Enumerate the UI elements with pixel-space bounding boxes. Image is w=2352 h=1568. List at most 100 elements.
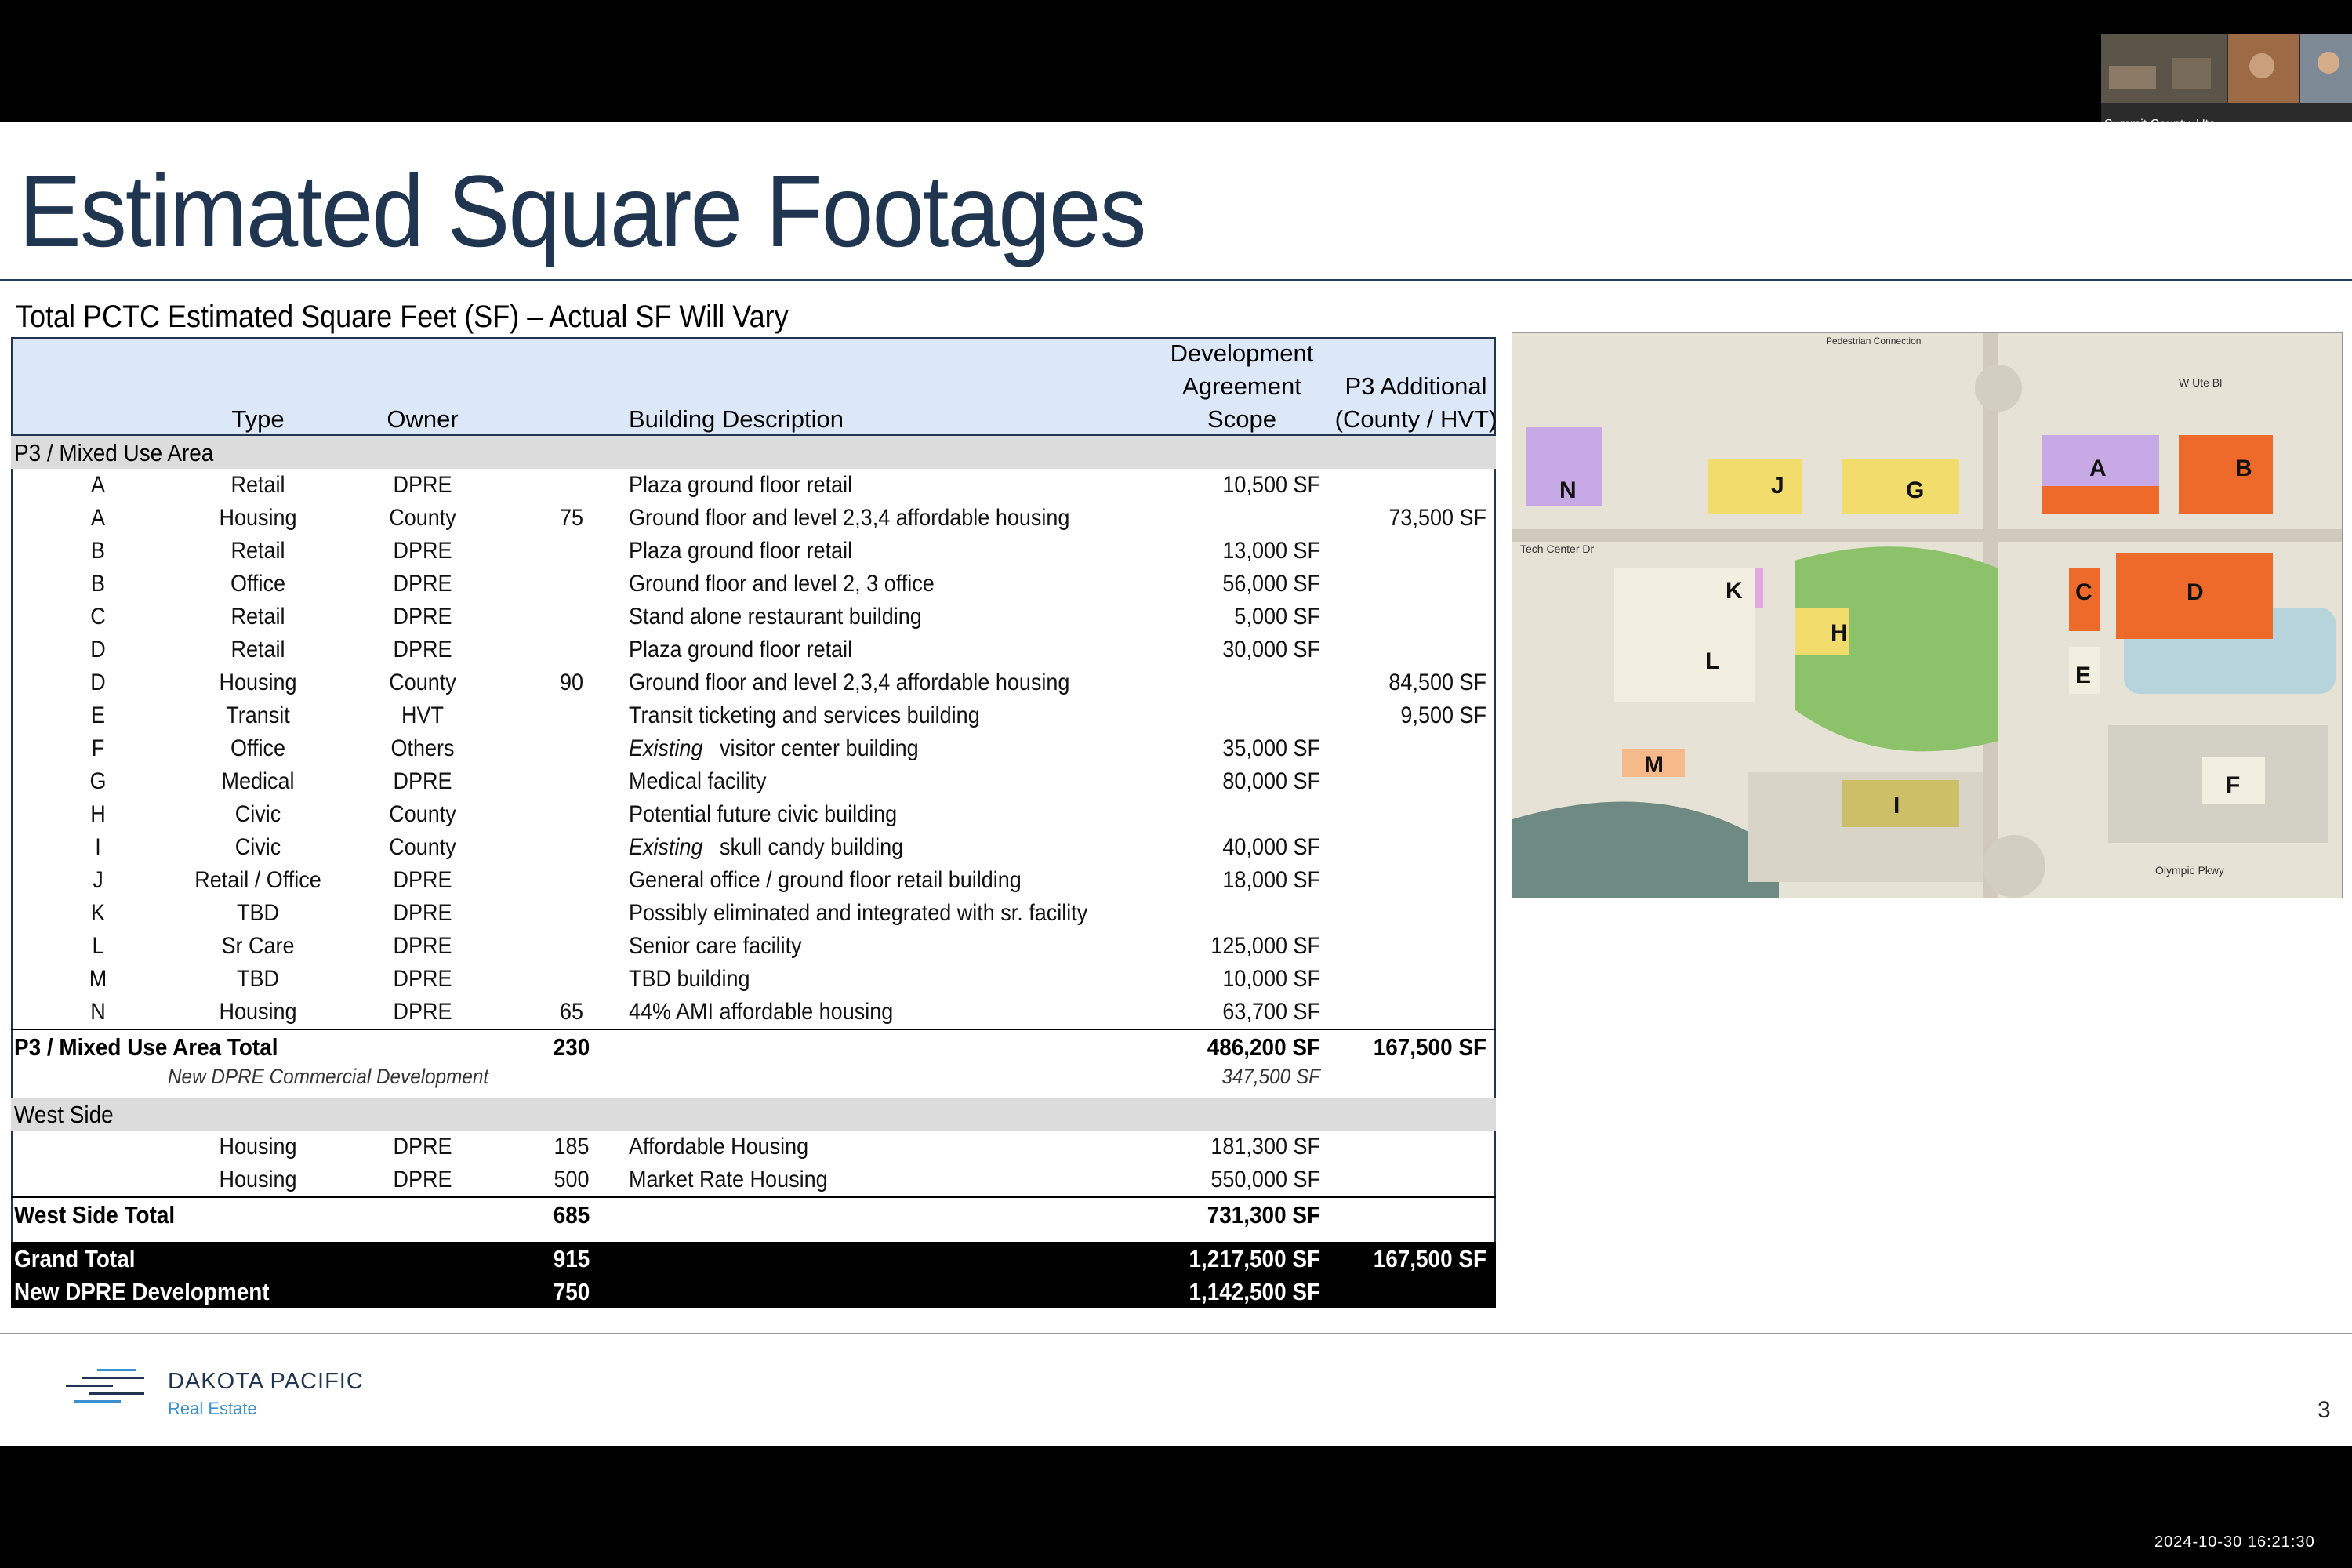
- building-id: F: [91, 735, 105, 761]
- building-type: TBD: [237, 966, 279, 992]
- unit-count: 500: [554, 1167, 590, 1192]
- building-type: Housing: [219, 1134, 297, 1160]
- total-units: 230: [553, 1033, 590, 1061]
- unit-count: 75: [559, 505, 584, 531]
- building-type: Medical: [221, 768, 295, 794]
- table-caption: Total PCTC Estimated Square Feet (SF) – …: [16, 299, 789, 334]
- building-description: skull candy building: [720, 834, 904, 860]
- development-scope-sf: 30,000 SF: [1222, 637, 1320, 662]
- building-description: TBD building: [629, 966, 750, 992]
- map-building-g: [1842, 459, 1959, 514]
- map-building-b: [2179, 435, 2273, 514]
- table-row: Housing DPRE 185 Affordable Housing 181,300 …: [11, 1131, 1496, 1163]
- building-owner: DPRE: [393, 604, 452, 630]
- map-label-k: K: [1726, 578, 1743, 604]
- presentation-slide: Estimated Square Footages Total PCTC Est…: [0, 122, 2352, 1446]
- building-type: Sr Care: [221, 933, 295, 959]
- building-description: Ground floor and level 2, 3 office: [629, 571, 935, 597]
- building-id: D: [90, 637, 106, 662]
- development-scope-sf: 63,700 SF: [1222, 999, 1320, 1025]
- building-owner: County: [389, 834, 456, 860]
- building-id: A: [90, 505, 105, 531]
- grand-total-units: 915: [553, 1245, 590, 1272]
- header-owner: Owner: [387, 405, 459, 433]
- new-dpre-dev-sf: 1,142,500 SF: [1189, 1278, 1320, 1305]
- building-type: Office: [230, 571, 286, 597]
- map-building-i: [1842, 780, 1959, 827]
- footer-divider: [0, 1333, 2352, 1334]
- building-description: Market Rate Housing: [629, 1167, 828, 1192]
- building-description: Transit ticketing and services building: [629, 702, 980, 728]
- description-prefix: Existing: [629, 735, 703, 761]
- square-footage-table: Type Owner Building Description Developm…: [11, 337, 1497, 1322]
- total-label: West Side Total: [14, 1201, 176, 1229]
- building-owner: DPRE: [393, 900, 452, 926]
- table-row: B Retail DPRE Plaza ground floor retail 13,0…: [11, 535, 1496, 568]
- map-label-m: M: [1644, 752, 1664, 778]
- development-scope-sf: 40,000 SF: [1222, 834, 1320, 860]
- table-row: A Retail DPRE Plaza ground floor retail 10,5…: [11, 469, 1496, 502]
- map-label-g: G: [1906, 477, 1924, 503]
- building-type: Retail: [230, 637, 285, 662]
- building-id: A: [90, 472, 105, 498]
- building-type: Housing: [219, 999, 297, 1025]
- building-owner: County: [389, 505, 456, 531]
- building-description: General office / ground floor retail bui…: [629, 867, 1022, 893]
- building-owner: DPRE: [393, 472, 452, 498]
- description-prefix: Existing: [629, 834, 703, 860]
- building-id: M: [89, 966, 107, 992]
- building-id: L: [92, 933, 104, 959]
- building-type: Transit: [226, 702, 290, 728]
- building-id: G: [89, 768, 107, 794]
- grand-total-dev-sf: 1,217,500 SF: [1189, 1245, 1320, 1272]
- table-row: E Transit HVT Transit ticketing and service…: [11, 699, 1496, 732]
- building-owner: DPRE: [393, 999, 452, 1025]
- building-type: Retail: [230, 604, 285, 630]
- company-logo: DAKOTA PACIFIC Real Estate: [66, 1369, 363, 1418]
- building-type: Civic: [234, 834, 281, 860]
- map-label-h: H: [1831, 620, 1848, 646]
- table-row: L Sr Care DPRE Senior care facility 125,000 …: [11, 930, 1496, 963]
- table-row: M TBD DPRE TBD building 10,000 SF: [11, 963, 1496, 996]
- map-label-n: N: [1559, 477, 1577, 503]
- table-row: C Retail DPRE Stand alone restaurant buildi…: [11, 601, 1496, 633]
- map-label-e: E: [2075, 662, 2091, 688]
- building-id: D: [90, 670, 106, 695]
- p3-additional-sf: 73,500 SF: [1388, 505, 1486, 531]
- building-id: J: [93, 867, 103, 893]
- development-scope-sf: 80,000 SF: [1222, 768, 1320, 794]
- section-title: West Side: [14, 1101, 114, 1128]
- table-row: H Civic County Potential future civic build…: [11, 798, 1496, 831]
- building-id: B: [90, 538, 105, 564]
- note-label: New DPRE Commercial Development: [168, 1065, 489, 1088]
- development-scope-sf: 13,000 SF: [1222, 538, 1320, 564]
- development-scope-sf: 10,000 SF: [1222, 966, 1320, 992]
- table-row: D Retail DPRE Plaza ground floor retail 30,0…: [11, 633, 1496, 666]
- development-scope-sf: 10,500 SF: [1222, 472, 1320, 498]
- building-id: H: [90, 801, 106, 827]
- development-scope-sf: 35,000 SF: [1222, 735, 1320, 761]
- map-label-l: L: [1705, 648, 1719, 674]
- building-description: 44% AMI affordable housing: [629, 999, 894, 1025]
- note-dev-sf: 347,500 SF: [1221, 1065, 1320, 1088]
- table-row: D Housing County 90 Ground floor and level 2…: [11, 666, 1496, 699]
- building-type: Housing: [219, 505, 297, 531]
- development-scope-sf: 56,000 SF: [1222, 571, 1320, 597]
- building-id: N: [90, 999, 106, 1025]
- building-owner: County: [389, 670, 456, 695]
- page-title: Estimated Square Footages: [19, 154, 1146, 268]
- total-label: P3 / Mixed Use Area Total: [14, 1033, 278, 1061]
- building-owner: DPRE: [393, 637, 452, 662]
- grand-total-label: Grand Total: [14, 1245, 136, 1272]
- building-owner: County: [389, 801, 456, 827]
- video-feed-icon: [2101, 34, 2352, 103]
- building-owner: Others: [390, 735, 455, 761]
- building-id: C: [90, 604, 106, 630]
- building-owner: DPRE: [393, 933, 452, 959]
- building-type: Office: [230, 735, 286, 761]
- map-label-d: D: [2187, 579, 2204, 605]
- map-label-i: I: [1893, 793, 1900, 818]
- table-row: Housing DPRE 500 Market Rate Housing 550,000…: [11, 1163, 1496, 1196]
- building-description: Potential future civic building: [629, 801, 898, 827]
- header-p3-line2: (County / HVT): [1334, 405, 1497, 433]
